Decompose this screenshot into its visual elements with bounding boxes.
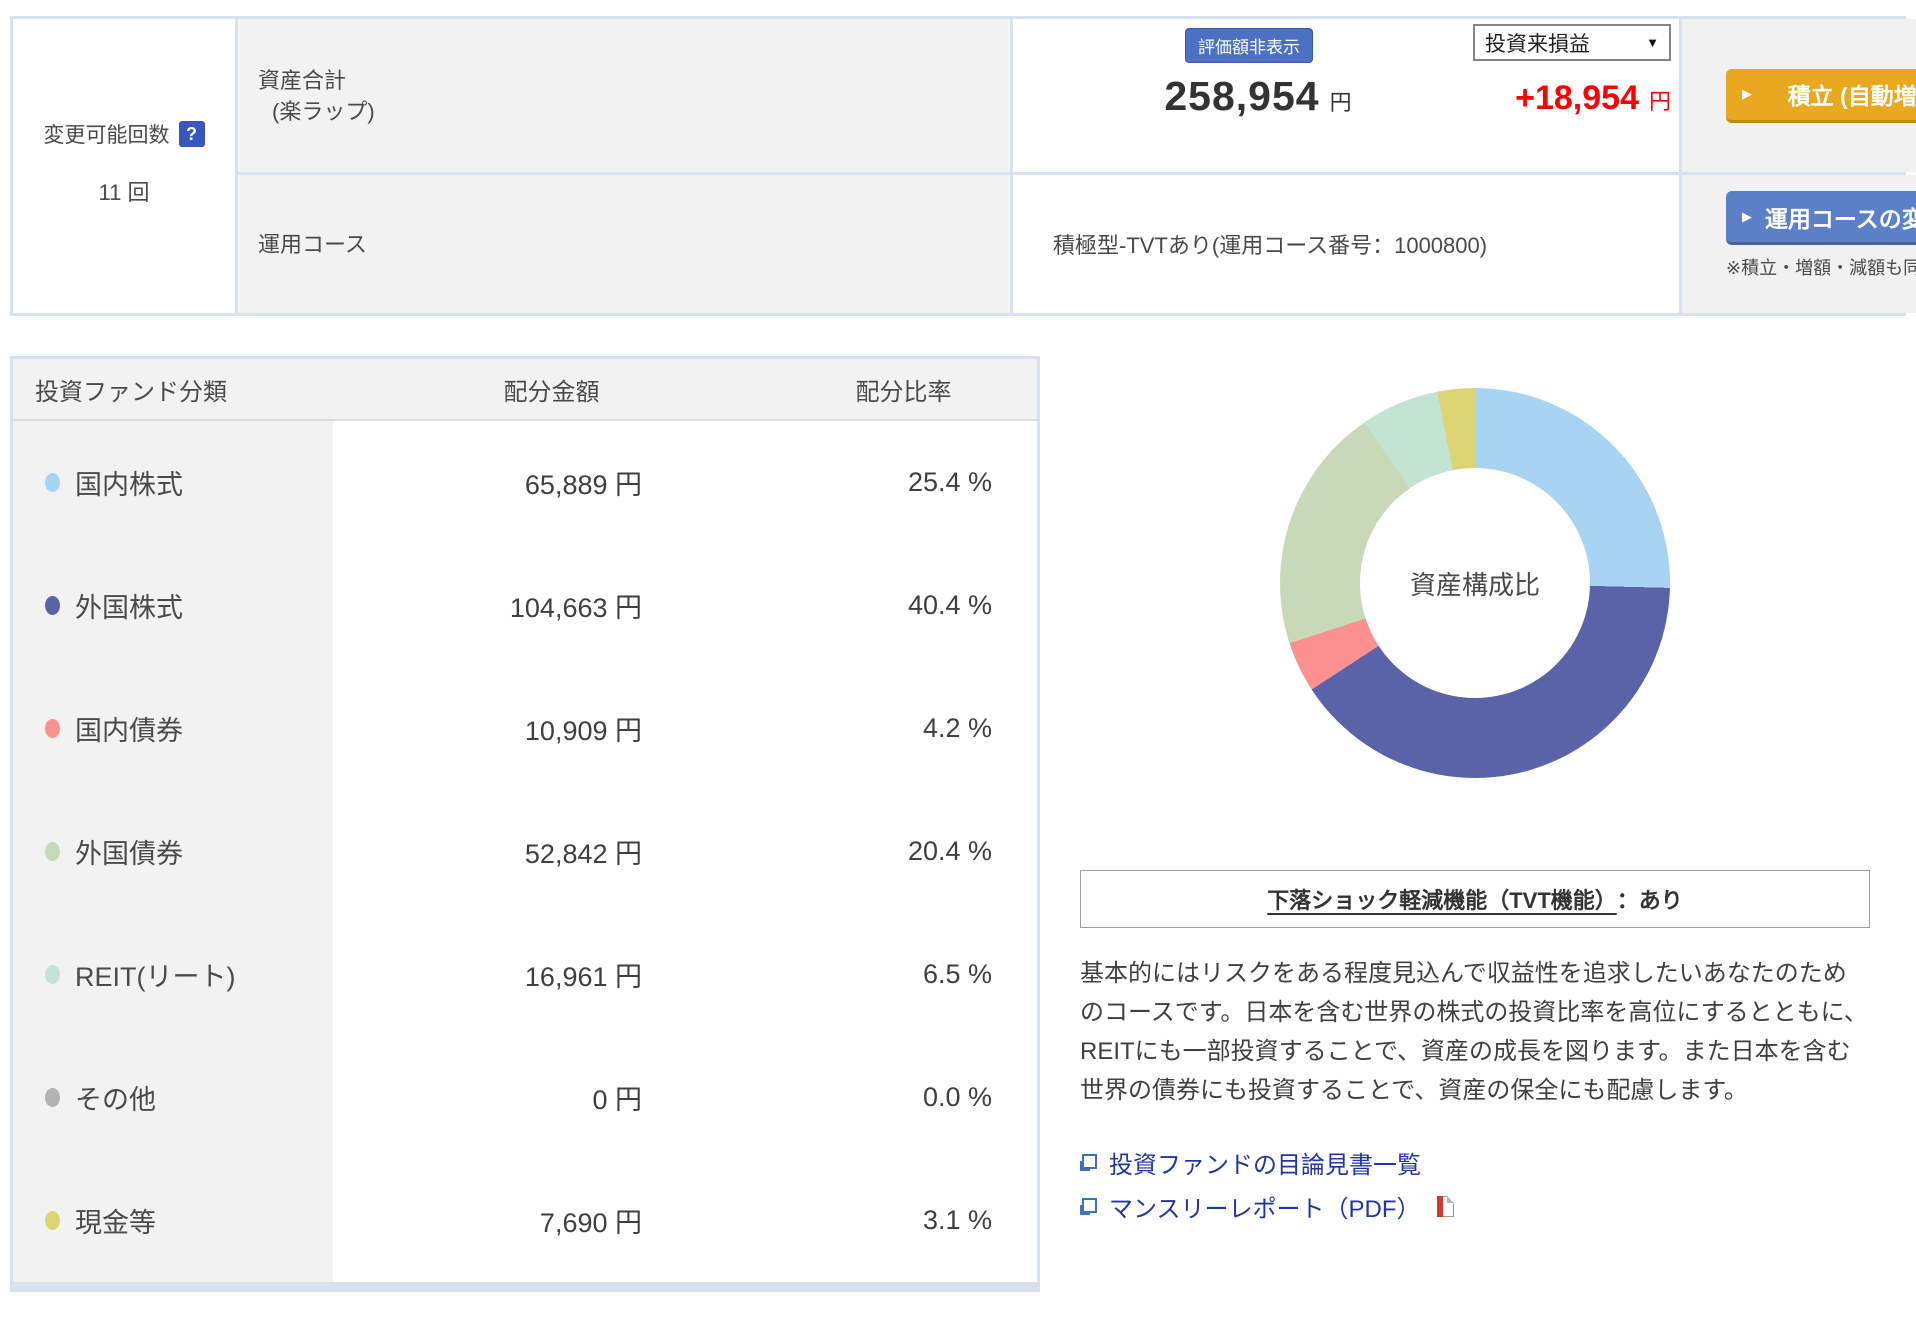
table-row: その他 0 円 0.0 % — [13, 1036, 1037, 1159]
change-count-label-row: 変更可能回数 ? — [44, 119, 205, 149]
course-buttons-cell: ▶ 運用コースの変更※ 再診断 ※積立・増額・減額も同時に申込できます — [1682, 175, 1916, 313]
course-label: 運用コース — [258, 229, 1010, 260]
fund-category-cell: 国内株式 — [13, 421, 333, 544]
fund-label: 国内株式 — [75, 463, 183, 502]
links-block: 投資ファンドの目論見書一覧 マンスリーレポート（PDF） — [1080, 1140, 1870, 1228]
fund-ratio: 20.4 % — [770, 790, 1037, 913]
fund-table-header: 投資ファンド分類 配分金額 配分比率 — [13, 359, 1037, 421]
asset-allocation-donut: 資産構成比 — [1280, 388, 1670, 778]
fund-label: その他 — [75, 1078, 156, 1117]
fund-amount: 65,889 円 — [333, 421, 770, 544]
course-detail-panel: 資産構成比 下落ショック軽減機能（TVT機能）：あり 基本的にはリスクをある程度… — [1040, 356, 1906, 1292]
fund-ratio: 6.5 % — [770, 913, 1037, 1036]
fund-color-bullet — [45, 473, 60, 492]
chevron-down-icon: ▼ — [1646, 35, 1659, 50]
asset-total-label-cell: 資産合計 (楽ラップ) — [238, 19, 1010, 172]
fund-color-bullet — [45, 965, 60, 984]
header-allocation-amount: 配分金額 — [333, 372, 770, 407]
asset-total-line: 258,954 円 — [1013, 73, 1503, 120]
table-row: 現金等 7,690 円 3.1 % — [13, 1159, 1037, 1282]
pdf-icon — [1437, 1196, 1454, 1217]
asset-total-unit: 円 — [1330, 90, 1352, 115]
course-label-cell: 運用コース — [238, 175, 1010, 313]
asset-total-sublabel: (楽ラップ) — [258, 96, 1010, 127]
asset-total-label: 資産合計 — [258, 65, 1010, 96]
fund-category-cell: その他 — [13, 1036, 333, 1159]
tsumitate-button[interactable]: ▶ 積立 (自動増額) — [1726, 69, 1916, 123]
fund-amount: 104,663 円 — [333, 544, 770, 667]
window-icon — [1080, 1198, 1097, 1215]
fund-ratio: 3.1 % — [770, 1159, 1037, 1282]
prospectus-link-label: 投資ファンドの目論見書一覧 — [1109, 1145, 1421, 1180]
change-count-value: 11 回 — [99, 175, 150, 207]
hide-valuation-button[interactable]: 評価額非表示 — [1185, 28, 1313, 63]
header-allocation-ratio: 配分比率 — [770, 372, 1037, 407]
course-note: ※積立・増額・減額も同時に申込できます — [1726, 254, 1916, 280]
fund-amount: 7,690 円 — [333, 1159, 770, 1282]
tvt-heading: 下落ショック軽減機能（TVT機能） — [1267, 883, 1617, 915]
asset-total-amount: 258,954 — [1164, 73, 1319, 119]
help-icon[interactable]: ? — [179, 121, 205, 147]
profit-unit: 円 — [1649, 89, 1671, 114]
course-description: 基本的にはリスクをある程度見込んで収益性を追求したいあなたのためのコースです。日… — [1080, 954, 1870, 1110]
fund-amount: 10,909 円 — [333, 667, 770, 790]
fund-color-bullet — [45, 1211, 60, 1230]
change-count-label: 変更可能回数 — [44, 119, 170, 149]
fund-table-body: 国内株式 65,889 円 25.4 % 外国株式 104,663 円 40.4… — [13, 421, 1037, 1282]
prospectus-link[interactable]: 投資ファンドの目論見書一覧 — [1080, 1140, 1870, 1184]
course-value: 積極型-TVTあり(運用コース番号：1000800) — [1013, 175, 1679, 313]
fund-category-cell: REIT(リート) — [13, 913, 333, 1036]
table-row: REIT(リート) 16,961 円 6.5 % — [13, 913, 1037, 1036]
table-row: 外国株式 104,663 円 40.4 % — [13, 544, 1037, 667]
profit-type-dropdown-value: 投資来損益 — [1485, 28, 1590, 58]
fund-ratio: 25.4 % — [770, 421, 1037, 544]
window-icon — [1080, 1154, 1097, 1171]
fund-color-bullet — [45, 596, 60, 615]
arrow-right-icon: ▶ — [1742, 86, 1752, 102]
table-row: 外国債券 52,842 円 20.4 % — [13, 790, 1037, 913]
profit-type-dropdown[interactable]: 投資来損益 ▼ — [1473, 24, 1671, 61]
fund-ratio: 40.4 % — [770, 544, 1037, 667]
summary-buttons-cell: ▶ 積立 (自動増額) ▶ 増額・減額 — [1682, 19, 1916, 172]
tsumitate-button-label: 積立 (自動増額) — [1788, 77, 1916, 111]
course-value-cell: 積極型-TVTあり(運用コース番号：1000800) — [1013, 175, 1679, 313]
fund-label: 外国株式 — [75, 586, 183, 625]
fund-category-cell: 現金等 — [13, 1159, 333, 1282]
asset-total-value-cell: 評価額非表示 258,954 円 投資来損益 ▼ +18,954 円 — [1013, 19, 1679, 172]
change-course-button[interactable]: ▶ 運用コースの変更※ — [1726, 191, 1916, 245]
tvt-status: ：あり — [1617, 883, 1683, 915]
fund-amount: 52,842 円 — [333, 790, 770, 913]
profit-amount: +18,954 — [1515, 79, 1639, 117]
fund-amount: 16,961 円 — [333, 913, 770, 1036]
fund-category-cell: 国内債券 — [13, 667, 333, 790]
fund-allocation-table: 投資ファンド分類 配分金額 配分比率 国内株式 65,889 円 25.4 % … — [10, 356, 1040, 1292]
fund-category-cell: 外国債券 — [13, 790, 333, 913]
change-count-cell: 変更可能回数 ? 11 回 — [13, 19, 235, 313]
main-section: 投資ファンド分類 配分金額 配分比率 国内株式 65,889 円 25.4 % … — [10, 356, 1906, 1292]
change-course-button-label: 運用コースの変更※ — [1765, 200, 1916, 234]
fund-color-bullet — [45, 1088, 60, 1107]
header-fund-category: 投資ファンド分類 — [13, 372, 333, 407]
fund-color-bullet — [45, 719, 60, 738]
fund-label: REIT(リート) — [75, 955, 235, 994]
fund-category-cell: 外国株式 — [13, 544, 333, 667]
arrow-right-icon: ▶ — [1742, 209, 1752, 225]
fund-label: 外国債券 — [75, 832, 183, 871]
asset-summary-box: 資産合計 (楽ラップ) 評価額非表示 258,954 円 投資来損益 ▼ +18,… — [10, 16, 1906, 316]
table-row: 国内株式 65,889 円 25.4 % — [13, 421, 1037, 544]
fund-amount: 0 円 — [333, 1036, 770, 1159]
fund-label: 現金等 — [75, 1201, 156, 1240]
monthly-report-link-label: マンスリーレポート（PDF） — [1109, 1189, 1421, 1224]
fund-ratio: 4.2 % — [770, 667, 1037, 790]
fund-ratio: 0.0 % — [770, 1036, 1037, 1159]
tvt-feature-box: 下落ショック軽減機能（TVT機能）：あり — [1080, 870, 1870, 928]
donut-center-label: 資産構成比 — [1360, 468, 1590, 698]
table-row: 国内債券 10,909 円 4.2 % — [13, 667, 1037, 790]
fund-color-bullet — [45, 842, 60, 861]
fund-label: 国内債券 — [75, 709, 183, 748]
monthly-report-link[interactable]: マンスリーレポート（PDF） — [1080, 1184, 1870, 1228]
profit-line: +18,954 円 — [1515, 79, 1671, 118]
